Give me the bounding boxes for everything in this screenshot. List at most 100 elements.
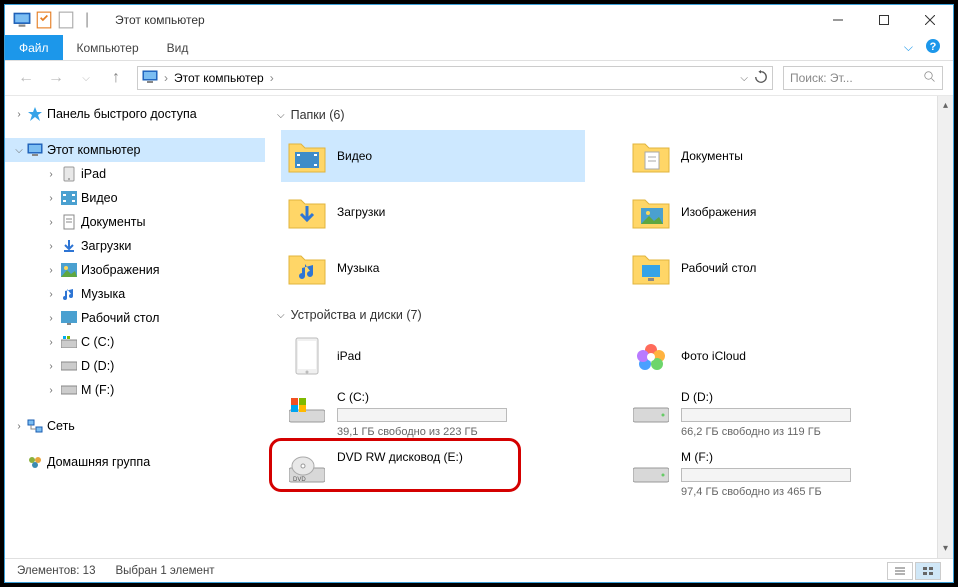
sidebar-item-ipad[interactable]: › iPad [5,162,265,186]
tile-label: Музыка [337,261,379,275]
new-folder-icon[interactable] [57,11,75,29]
navbar: ← → ⌵ ↑ › Этот компьютер › ⌵ Поиск: Эт [5,61,953,95]
homegroup-icon [27,454,43,470]
sidebar-item-desktop[interactable]: › Рабочий стол [5,306,265,330]
properties-icon[interactable] [35,11,53,29]
recent-dropdown[interactable]: ⌵ [75,67,97,89]
chevron-down-icon[interactable]: ⌵ [277,110,285,121]
sidebar-item-label: Панель быстрого доступа [47,107,197,121]
drive-label: DVD RW дисковод (E:) [337,450,579,464]
desktop-folder-icon [631,248,671,288]
pictures-folder-icon [631,192,671,232]
folder-music[interactable]: Музыка [281,242,585,294]
content-area: ⌵ Папки (6) Видео Документы Загрузки [265,96,937,558]
tile-label: Видео [337,149,372,163]
sidebar-item-drive-c[interactable]: › C (C:) [5,330,265,354]
video-icon [61,190,77,206]
tab-view[interactable]: Вид [153,35,203,60]
folders-group-header[interactable]: ⌵ Папки (6) [273,104,929,130]
search-input[interactable]: Поиск: Эт... [783,66,943,90]
sidebar-item-drive-f[interactable]: › M (F:) [5,378,265,402]
sidebar-item-label: Рабочий стол [81,311,159,325]
device-icloud-photo[interactable]: Фото iCloud [625,330,929,382]
sidebar-item-downloads[interactable]: › Загрузки [5,234,265,258]
view-details-button[interactable] [887,562,913,580]
sidebar-item-pictures[interactable]: › Изображения [5,258,265,282]
drive-free-text: 66,2 ГБ свободно из 119 ГБ [681,426,923,438]
chevron-right-icon[interactable]: › [268,71,276,85]
pc-icon [142,69,158,88]
tab-file[interactable]: Файл [5,35,63,60]
chevron-right-icon[interactable]: › [13,109,25,120]
chevron-right-icon[interactable]: › [45,337,57,348]
statusbar: Элементов: 13 Выбран 1 элемент [5,558,953,582]
drive-dvd[interactable]: DVD DVD RW дисковод (E:) [281,446,585,502]
tile-label: Изображения [681,205,756,219]
group-header-label: Папки (6) [291,108,345,122]
drive-usage-bar [681,408,851,422]
chevron-right-icon[interactable]: › [45,217,57,228]
chevron-right-icon[interactable]: › [45,241,57,252]
scroll-down-icon[interactable]: ▾ [943,543,948,554]
forward-button[interactable]: → [45,67,67,89]
chevron-right-icon[interactable]: › [45,265,57,276]
ribbon-expand-icon[interactable]: ⌵ [904,40,913,55]
history-dropdown-icon[interactable]: ⌵ [740,73,748,84]
chevron-right-icon[interactable]: › [45,289,57,300]
star-icon [27,106,43,122]
back-button[interactable]: ← [15,67,37,89]
scrollbar-vertical[interactable]: ▴ ▾ [937,96,953,558]
folder-videos[interactable]: Видео [281,130,585,182]
chevron-down-icon[interactable]: ⌵ [277,310,285,321]
folder-downloads[interactable]: Загрузки [281,186,585,238]
sidebar-item-drive-d[interactable]: › D (D:) [5,354,265,378]
search-icon [924,71,936,86]
tab-computer[interactable]: Компьютер [63,35,153,60]
chevron-right-icon[interactable]: › [45,385,57,396]
devices-group-header[interactable]: ⌵ Устройства и диски (7) [273,304,929,330]
drive-d[interactable]: D (D:) 66,2 ГБ свободно из 119 ГБ [625,386,929,442]
monitor-icon [27,142,43,158]
sidebar-this-pc[interactable]: ⌵ Этот компьютер [5,138,265,162]
svg-text:DVD: DVD [293,477,306,483]
sidebar-item-music[interactable]: › Музыка [5,282,265,306]
folders-grid: Видео Документы Загрузки Изображения Муз… [281,130,929,294]
sidebar-item-documents[interactable]: › Документы [5,210,265,234]
help-icon[interactable]: ? [925,38,941,57]
address-bar[interactable]: › Этот компьютер › ⌵ [137,66,773,90]
folder-pictures[interactable]: Изображения [625,186,929,238]
chevron-right-icon[interactable]: › [45,169,57,180]
device-ipad[interactable]: iPad [281,330,585,382]
close-button[interactable] [907,5,953,35]
maximize-button[interactable] [861,5,907,35]
drive-f[interactable]: M (F:) 97,4 ГБ свободно из 465 ГБ [625,446,929,502]
drive-usage-bar [337,408,507,422]
sidebar-item-label: iPad [81,167,106,181]
refresh-icon[interactable] [754,70,768,87]
tile-label: Фото iCloud [681,349,746,363]
breadcrumb-this-pc[interactable]: Этот компьютер [174,71,264,85]
drive-c[interactable]: C (C:) 39,1 ГБ свободно из 223 ГБ [281,386,585,442]
sidebar-quick-access[interactable]: › Панель быстрого доступа [5,102,265,126]
up-button[interactable]: ↑ [105,67,127,89]
folder-documents[interactable]: Документы [625,130,929,182]
picture-icon [61,262,77,278]
sidebar-network[interactable]: › Сеть [5,414,265,438]
minimize-button[interactable] [815,5,861,35]
chevron-right-icon[interactable]: › [45,313,57,324]
sidebar-item-videos[interactable]: › Видео [5,186,265,210]
view-tiles-button[interactable] [915,562,941,580]
folder-desktop[interactable]: Рабочий стол [625,242,929,294]
music-folder-icon [287,248,327,288]
chevron-down-icon[interactable]: ⌵ [13,145,25,156]
download-icon [61,238,77,254]
chevron-right-icon[interactable]: › [45,193,57,204]
chevron-right-icon[interactable]: › [13,421,25,432]
chevron-right-icon[interactable]: › [162,71,170,85]
scroll-up-icon[interactable]: ▴ [943,100,948,111]
sidebar-homegroup[interactable]: Домашняя группа [5,450,265,474]
chevron-right-icon[interactable]: › [45,361,57,372]
explorer-window: | Этот компьютер Файл Компьютер Вид ⌵ ? [4,4,954,583]
drive-usage-bar [681,468,851,482]
window-title: Этот компьютер [115,13,205,27]
